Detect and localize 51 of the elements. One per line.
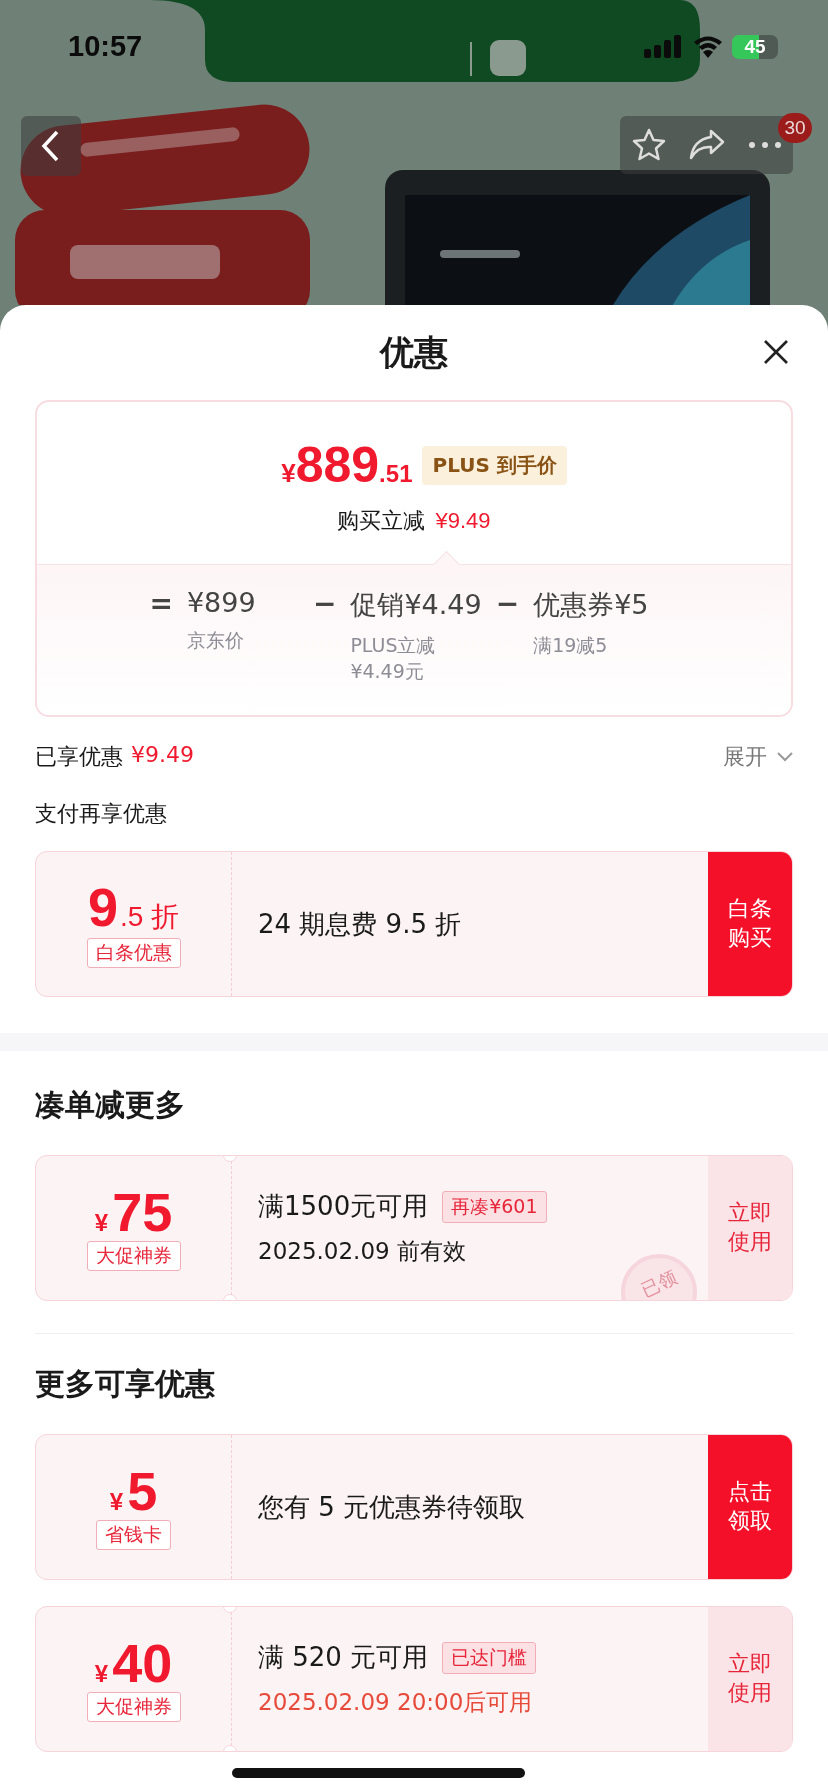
star-icon[interactable] [630,127,667,163]
operator-sign: − [495,587,520,620]
coupon-validity: 2025.02.09 20:00后可用 [258,1688,534,1717]
section-title: 更多可享优惠 [35,1364,216,1403]
coupon-tag: 大促神券 [86,1241,181,1271]
coupon-action-button[interactable]: 立即使用 [708,1156,792,1300]
operator-sign: − [312,587,337,620]
battery-icon: 45 [732,34,778,59]
coupon-status-tag: 已达门槛 [442,1641,537,1674]
coupon-amount: ¥40 [94,1636,173,1690]
coupon-title: 24 期息费 9.5 折 [258,907,462,941]
sheet-title: 优惠 [380,330,448,374]
signal-icon [644,34,684,59]
coupon-action-button[interactable]: 点击领取 [708,1435,792,1579]
discount-amount: ¥9.49 [131,742,194,769]
component-note: 满19减5 [533,633,609,658]
coupon-action-button[interactable]: 立即使用 [708,1607,792,1751]
coupon-amount: 9.5 折 [87,880,180,936]
component-note: PLUS立减¥4.49元 [350,633,437,684]
coupon-title: 满1500元可用 [258,1190,429,1223]
expand-toggle[interactable]: 展开 [723,742,793,772]
coupon-tag: 省钱卡 [96,1520,171,1550]
saving-amount: ¥9.49 [435,508,491,534]
operator-sign: = [149,587,173,620]
price-component: 优惠券¥5 [533,588,649,622]
share-icon[interactable] [688,128,727,162]
coupon-validity: 2025.02.09 前有效 [258,1237,467,1266]
component-note: 京东价 [186,628,245,653]
coupon-amount: ¥5 [109,1464,158,1518]
coupon-amount: ¥75 [94,1185,173,1239]
back-button[interactable] [21,116,81,176]
section-title: 支付再享优惠 [35,800,168,828]
coupon-status-tag: 再凑¥601 [442,1190,547,1223]
coupon-tag: 白条优惠 [86,938,181,968]
coupon-action-button[interactable]: 白条购买 [708,852,792,996]
coupon-title: 满 520 元可用 [258,1641,429,1674]
price-component: 促销¥4.49 [350,588,482,622]
coupon-title: 您有 5 元优惠券待领取 [258,1490,526,1524]
more-icon[interactable] [748,141,783,149]
saving-label: 购买立减 [337,507,426,535]
price-component: ¥899 [186,587,257,618]
status-time: 10:57 [68,30,143,63]
close-button[interactable] [763,339,789,365]
claimed-stamp: 已领 [621,1254,697,1300]
section-title: 凑单减更多 [35,1085,186,1124]
plus-price-label: PLUS 到手价 [422,445,567,485]
wifi-icon [692,34,724,59]
chevron-down-icon [777,752,793,762]
discount-label: 已享优惠 [35,743,123,771]
final-price: ¥889.51 [281,436,413,494]
coupon-tag: 大促神券 [86,1692,181,1722]
